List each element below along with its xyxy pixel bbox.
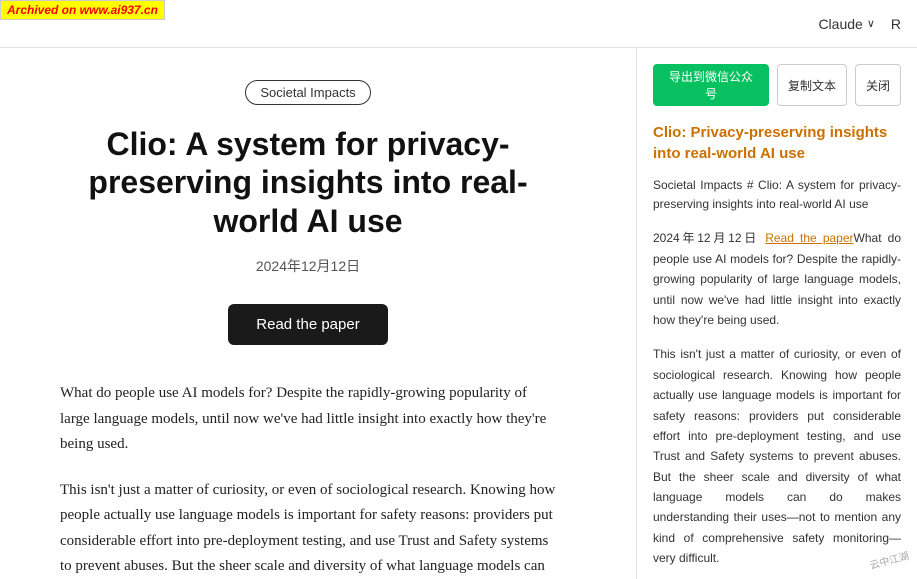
cn-toolbar: 导出到微信公众号 复制文本 关闭 (653, 64, 901, 106)
nav-claude[interactable]: Claude ∨ (818, 16, 874, 32)
sidebar-title: Clio: Privacy-preserving insights into r… (653, 122, 901, 164)
left-content: Societal Impacts Clio: A system for priv… (0, 48, 637, 579)
article-tag: Societal Impacts (245, 80, 370, 105)
article-date: 2024年12月12日 (60, 256, 556, 276)
read-paper-button[interactable]: Read the paper (228, 304, 387, 345)
sidebar-meta: Societal Impacts # Clio: A system for pr… (653, 176, 901, 214)
copy-text-button[interactable]: 复制文本 (777, 64, 847, 106)
right-sidebar: 导出到微信公众号 复制文本 关闭 Clio: Privacy-preservin… (637, 48, 917, 579)
article-para-1: What do people use AI models for? Despit… (60, 381, 556, 458)
sidebar-date-body: What do people use AI models for? Despit… (653, 231, 901, 327)
archive-banner: Archived on www.ai937.cn (0, 0, 165, 20)
article-body: What do people use AI models for? Despit… (60, 381, 556, 579)
nav-r-label: R (891, 16, 901, 32)
nav-r[interactable]: R (891, 16, 901, 32)
sidebar-para-1: This isn't just a matter of curiosity, o… (653, 344, 901, 568)
article-title: Clio: A system for privacy-preserving in… (60, 125, 556, 240)
close-button[interactable]: 关闭 (855, 64, 901, 106)
nav-dropdown-arrow: ∨ (867, 17, 875, 30)
nav-claude-label: Claude (818, 16, 862, 32)
main-layout: Societal Impacts Clio: A system for priv… (0, 48, 917, 579)
article-para-2: This isn't just a matter of curiosity, o… (60, 478, 556, 579)
sidebar-date-prefix: 2024年12月12日 (653, 231, 765, 245)
sidebar-date-section: 2024年12月12日 Read the paperWhat do people… (653, 228, 901, 330)
export-wechat-button[interactable]: 导出到微信公众号 (653, 64, 769, 106)
sidebar-read-paper-link[interactable]: Read the paper (765, 231, 853, 245)
